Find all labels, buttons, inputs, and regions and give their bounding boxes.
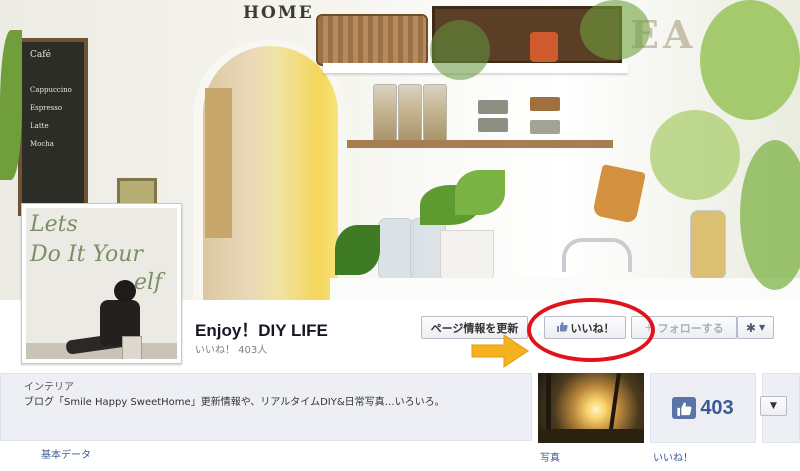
glass-jar xyxy=(373,84,397,142)
cup xyxy=(478,100,508,114)
cup xyxy=(478,118,508,132)
settings-dropdown-button[interactable]: ✱ ▼ xyxy=(737,316,774,339)
gear-icon: ✱ xyxy=(745,320,756,335)
wall-scribble: elf xyxy=(134,270,163,295)
photos-link[interactable]: 写真 xyxy=(540,449,560,464)
vine xyxy=(700,0,800,120)
vine xyxy=(580,0,650,60)
wood-shelf xyxy=(347,140,613,148)
basic-data-link[interactable]: 基本データ xyxy=(41,446,91,461)
likes-box[interactable]: 403 xyxy=(650,373,756,443)
profile-picture[interactable]: Lets Do It Your elf xyxy=(21,203,182,364)
oil-bottle xyxy=(690,210,726,280)
plus-icon: + xyxy=(644,321,654,334)
plant-pot xyxy=(440,230,494,282)
expand-button[interactable]: ▼ xyxy=(760,396,787,416)
basket xyxy=(316,14,428,66)
door-panel xyxy=(205,88,232,238)
like-button[interactable]: いいね！ xyxy=(544,316,626,339)
glass-jar xyxy=(398,84,422,142)
chevron-down-icon: ▼ xyxy=(770,401,777,411)
vine xyxy=(650,110,740,200)
chalk-text: Cappuccino xyxy=(30,86,72,94)
chalk-text: Latte xyxy=(30,122,49,130)
chalk-text: Mocha xyxy=(30,140,54,148)
wall-scribble: Lets xyxy=(30,212,78,237)
counter xyxy=(330,278,800,300)
leaf xyxy=(335,225,380,275)
person xyxy=(114,280,136,302)
page-category: インテリア xyxy=(24,382,74,393)
likes-count: 403 xyxy=(700,396,734,419)
cup xyxy=(530,97,560,111)
red-jar xyxy=(530,32,558,62)
chalk-text: Espresso xyxy=(30,104,63,112)
photos-thumbnail[interactable] xyxy=(538,373,644,443)
glass-jar xyxy=(423,84,447,142)
wall-scribble: Do It Your xyxy=(30,242,143,267)
follow-button-label: フォローする xyxy=(657,321,724,335)
page-title[interactable]: Enjoy！DIY LIFE xyxy=(195,316,328,341)
home-sign: HOME xyxy=(243,3,314,23)
likes-link[interactable]: いいね！ xyxy=(653,449,693,464)
like-count: いいね！ 403人 xyxy=(195,345,268,356)
glass-bottle xyxy=(378,218,414,280)
update-page-info-button[interactable]: ページ情報を更新 xyxy=(421,316,528,339)
thumbs-up-icon xyxy=(556,321,568,335)
leaf xyxy=(0,30,22,180)
chevron-down-icon: ▼ xyxy=(758,323,766,332)
vine xyxy=(430,20,490,80)
ground-silhouette xyxy=(538,429,644,443)
faucet xyxy=(562,238,632,272)
profile-image: Lets Do It Your elf xyxy=(26,208,177,359)
follow-button[interactable]: + フォローする xyxy=(631,316,737,339)
thumbs-up-icon xyxy=(672,397,697,419)
like-button-label: いいね！ xyxy=(570,321,615,335)
update-page-info-label: ページ情報を更新 xyxy=(430,321,519,335)
wall-frame xyxy=(117,178,157,206)
chalkboard xyxy=(18,38,88,216)
page-description: ブログ「Smile Happy SweetHome」更新情報や、リアルタイムDI… xyxy=(24,397,445,408)
leaf xyxy=(455,170,505,215)
cup xyxy=(530,120,560,134)
chalk-text: Café xyxy=(30,50,51,60)
stool xyxy=(122,336,142,359)
